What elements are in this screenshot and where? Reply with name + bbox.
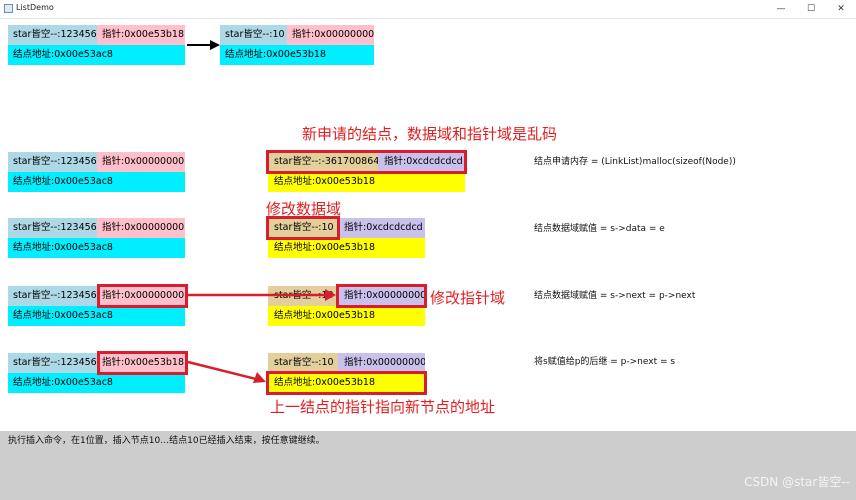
status-text: 执行插入命令，在1位置，插入节点10…结点10已经插入结束，按任意键继续。 [8,436,325,446]
note-next-assign: 结点数据域赋值 = s->next = p->next [534,291,696,301]
arrow-head [210,40,220,50]
note-link: 将s赋值给p的后继 = p->next = s [534,357,676,367]
annotation-new-node: 新申请的结点，数据域和指针域是乱码 [302,125,558,143]
title-bar: ListDemo — ☐ ✕ [0,0,856,19]
arrow-layer [187,40,336,383]
window-title: ListDemo [16,3,54,12]
close-button[interactable]: ✕ [826,0,856,18]
note-data-assign: 结点数据域赋值 = s->data = e [534,224,665,234]
minimize-button[interactable]: — [766,0,796,18]
drawing-canvas: star皆空--:123456 指针:0x00e53b18 结点地址:0x00e… [0,19,856,431]
annotation-modify-pointer: 修改指针域 [430,289,506,307]
app-icon [4,4,13,13]
console-area: 执行插入命令，在1位置，插入节点10…结点10已经插入结束，按任意键继续。 CS… [0,431,856,500]
arrow-head [325,289,336,301]
annotation-prev-points: 上一结点的指针指向新节点的地址 [270,398,496,416]
maximize-button[interactable]: ☐ [796,0,826,18]
watermark: CSDN @star皆空-- [744,475,850,489]
annotation-modify-data: 修改数据域 [266,200,342,218]
note-malloc: 结点申请内存 = (LinkList)malloc(sizeof(Node)) [534,157,736,167]
arrow-red [187,360,257,381]
